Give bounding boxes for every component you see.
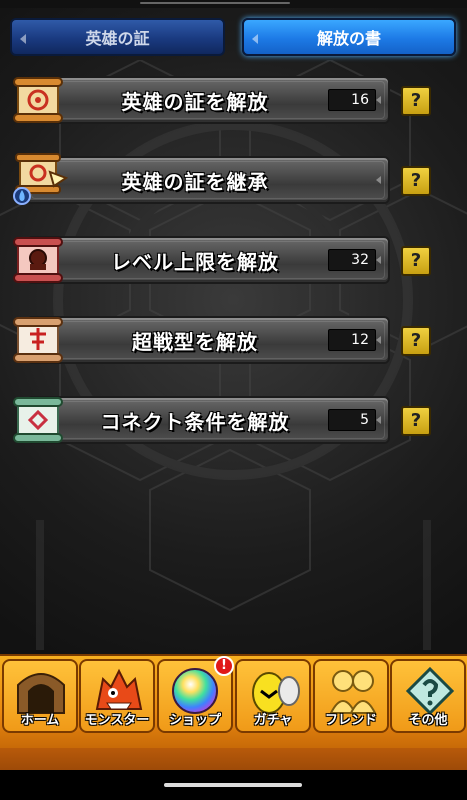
home-indicator[interactable] (164, 783, 302, 787)
menu-row-label: 超戦型を解放 (132, 330, 258, 354)
shop-notification-badge: ! (214, 656, 234, 676)
system-nav-bar (0, 770, 467, 800)
screen: 英雄の証 解放の書 英雄の証を解放 16 ? 英雄の証を継承 ? レベル上限を解… (0, 0, 467, 800)
nav-label: モンスター (84, 713, 150, 728)
tab-left-arrow-icon (252, 34, 258, 44)
help-button-inherit-hero-proof[interactable]: ? (401, 166, 431, 196)
row-chevron-icon (376, 416, 381, 424)
menu-row-count: 5 (328, 409, 376, 431)
nav-label: その他 (408, 713, 448, 728)
help-button-release-hero-proof[interactable]: ? (401, 86, 431, 116)
menu-row-super-battle[interactable]: 超戦型を解放 12 (10, 312, 390, 368)
tab-bar: 英雄の証 解放の書 (0, 14, 467, 60)
menu-row-inherit-hero-proof[interactable]: 英雄の証を継承 (10, 152, 390, 208)
connect-scroll-icon (13, 397, 63, 443)
menu-row-label: 英雄の証を継承 (121, 170, 269, 194)
menu-row-count: 12 (328, 329, 376, 351)
nav-monster[interactable]: モンスター (79, 659, 155, 733)
menu-row-release-hero-proof[interactable]: 英雄の証を解放 16 (10, 72, 390, 128)
hero-proof-inherit-icon (13, 153, 69, 205)
row-chevron-icon (376, 336, 381, 344)
menu-row-label: レベル上限を解放 (111, 250, 279, 274)
nav-other[interactable]: その他 (390, 659, 466, 733)
super-battle-scroll-icon (13, 317, 63, 363)
menu-row-count: 32 (328, 249, 376, 271)
tab-label: 英雄の証 (85, 29, 150, 48)
nav-label: ショップ (168, 713, 221, 728)
nav-gacha[interactable]: ガチャ (235, 659, 311, 733)
hero-proof-scroll-icon (13, 77, 63, 123)
help-button-connect-condition[interactable]: ? (401, 406, 431, 436)
nav-label: フレンド (324, 713, 377, 728)
nav-label: ガチャ (253, 713, 293, 728)
row-chevron-icon (376, 256, 381, 264)
tab-release-book[interactable]: 解放の書 (242, 18, 456, 56)
home-gate-icon (17, 673, 65, 714)
menu-row-connect-condition[interactable]: コネクト条件を解放 5 (10, 392, 390, 448)
menu-row-label: 英雄の証を解放 (121, 90, 269, 114)
row-chevron-icon (376, 176, 381, 184)
tab-hero-proof[interactable]: 英雄の証 (10, 18, 225, 56)
menu-row-label: コネクト条件を解放 (100, 410, 290, 434)
nav-label: ホーム (20, 713, 60, 728)
menu-row-level-cap[interactable]: レベル上限を解放 32 (10, 232, 390, 288)
menu-row-count: 16 (328, 89, 376, 111)
nav-home[interactable]: ホーム (2, 659, 78, 733)
tab-label: 解放の書 (316, 29, 381, 48)
tab-left-arrow-icon (20, 34, 26, 44)
nav-friend[interactable]: フレンド (313, 659, 389, 733)
row-chevron-icon (376, 96, 381, 104)
top-status-strip (0, 0, 467, 8)
level-cap-scroll-icon (13, 237, 63, 283)
help-button-super-battle[interactable]: ? (401, 326, 431, 356)
help-button-level-cap[interactable]: ? (401, 246, 431, 276)
